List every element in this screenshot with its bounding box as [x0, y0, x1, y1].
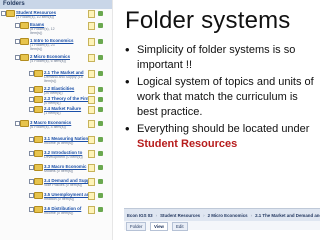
tree-node[interactable]: 3.2 Introduction to Development (0 Item(s…	[0, 150, 112, 164]
note-icon[interactable]	[88, 54, 95, 62]
tree-node[interactable]: 3.5 Unemployment and Inflation (0 Item(s)…	[0, 192, 112, 206]
note-icon[interactable]	[88, 96, 95, 104]
folder-icon	[34, 192, 43, 199]
tree-node-meta-cont: Item(s))	[30, 47, 43, 51]
tree-node[interactable]: 3.3 Macro Economic Models (0 Item(s))	[0, 164, 112, 178]
tab-view[interactable]: View	[150, 222, 168, 231]
edit-icon[interactable]	[98, 179, 103, 184]
folder-icon	[34, 96, 43, 103]
folder-icon	[34, 106, 43, 113]
folder-icon	[20, 120, 29, 127]
bullet-item-2: Logical system of topics and units of wo…	[124, 74, 319, 120]
tree-node-meta: Income (6 Item(s))	[44, 141, 74, 145]
folder-icon	[20, 22, 29, 29]
note-icon[interactable]	[88, 86, 95, 94]
note-icon[interactable]	[88, 150, 95, 158]
tree-node[interactable]: 2.4 Market Failure (1 Item(s))	[0, 106, 112, 120]
tree-node-meta-cont: Item(s))	[30, 31, 43, 35]
tree-node-meta: Side Policies (0 Item(s))	[44, 183, 83, 187]
note-icon[interactable]	[88, 164, 95, 172]
edit-icon[interactable]	[98, 107, 103, 112]
folder-icon	[34, 70, 43, 77]
tree-node[interactable]: 3.6 Distribution of Income (0 Item(s))	[0, 206, 112, 220]
edit-icon[interactable]	[98, 71, 103, 76]
tree-node-meta: (1 Item(s))	[44, 111, 61, 115]
bullet-list: Simplicity of folder systems is so impor…	[124, 42, 319, 154]
edit-icon[interactable]	[98, 39, 103, 44]
tree-node[interactable]: 3 Macro Economics (6 Folder(s), 4 Item(s)…	[0, 120, 112, 134]
bullet-item-1: Simplicity of folder systems is so impor…	[124, 42, 319, 73]
tree-node[interactable]: Exams (8 Folder(s), 12 Item(s))	[0, 22, 112, 36]
note-icon[interactable]	[88, 70, 95, 78]
tree-node-meta: (0 Item(s))	[44, 101, 61, 105]
folder-icon	[20, 54, 29, 61]
folder-tree-panel: Folders Student Resources (1 Folder(s), 1…	[0, 0, 113, 240]
folder-icon	[34, 164, 43, 171]
note-icon[interactable]	[88, 106, 95, 114]
folder-icon	[34, 178, 43, 185]
folder-icon	[34, 136, 43, 143]
tree-node-meta: (4 Folder(s), 6 Item(s))	[30, 59, 66, 63]
tab-bar: Folder View Edit	[124, 221, 320, 231]
tree-node-meta: (6 Folder(s), 4 Item(s))	[30, 125, 66, 129]
note-icon[interactable]	[88, 10, 95, 18]
edit-icon[interactable]	[98, 121, 103, 126]
note-icon[interactable]	[88, 38, 95, 46]
tree-node-meta: Inflation (0 Item(s))	[44, 197, 75, 201]
tree-header: Folders	[0, 0, 112, 9]
tree-node-meta: (1 Folder(s), 10 Item(s))	[16, 15, 54, 19]
bullet-text-2: Logical system of topics and units of wo…	[137, 76, 314, 118]
edit-icon[interactable]	[98, 193, 103, 198]
folder-icon	[6, 10, 15, 17]
folder-icon	[34, 206, 43, 213]
breadcrumb: Econ IGS 03 › Student Resources › 2 Micro Ec…	[124, 208, 320, 222]
folder-icon	[34, 86, 43, 93]
edit-icon[interactable]	[98, 151, 103, 156]
note-icon[interactable]	[88, 178, 95, 186]
tree-node[interactable]: 2 Micro Economics (4 Folder(s), 6 Item(s)…	[0, 54, 112, 68]
tree-node-meta: (20 Item(s))	[44, 91, 63, 95]
edit-icon[interactable]	[98, 23, 103, 28]
note-icon[interactable]	[88, 22, 95, 30]
folder-icon	[20, 38, 29, 45]
student-resources-highlight: Student Resources	[137, 138, 238, 150]
tree-node[interactable]: 1 Intro to Economics (1 Folder(s), 23 Item…	[0, 38, 112, 52]
edit-icon[interactable]	[98, 207, 103, 212]
tree-node[interactable]: 2.1 The Market and Demand and Supply (18 I…	[0, 70, 112, 84]
note-icon[interactable]	[88, 192, 95, 200]
note-icon[interactable]	[88, 206, 95, 214]
edit-icon[interactable]	[98, 165, 103, 170]
edit-icon[interactable]	[98, 97, 103, 102]
note-icon[interactable]	[88, 120, 95, 128]
edit-icon[interactable]	[98, 55, 103, 60]
folder-icon	[34, 150, 43, 157]
edit-icon[interactable]	[98, 87, 103, 92]
tree-node-meta-cont: Item(s))	[44, 79, 57, 83]
tree-node[interactable]: 3.4 Demand and Supply Side Policies (0 It…	[0, 178, 112, 192]
tree-node-meta: Income (0 Item(s))	[44, 211, 74, 215]
tree-node-meta: Models (0 Item(s))	[44, 169, 74, 173]
tab-edit[interactable]: Edit	[172, 222, 188, 231]
slide-title: Folder systems	[125, 7, 291, 34]
bullet-item-3: Everything should be located under Stude…	[124, 121, 319, 152]
note-icon[interactable]	[88, 136, 95, 144]
tree-node-meta: Development (0 Item(s))	[44, 155, 83, 159]
tree-node[interactable]: 3.1 Measuring National Income (6 Item(s))	[0, 136, 112, 150]
edit-icon[interactable]	[98, 11, 103, 16]
bullet-text-3: Everything should be located under	[137, 123, 310, 135]
edit-icon[interactable]	[98, 137, 103, 142]
tab-folder[interactable]: Folder	[126, 222, 147, 231]
bullet-text-1: Simplicity of folder systems is so impor…	[137, 44, 296, 71]
